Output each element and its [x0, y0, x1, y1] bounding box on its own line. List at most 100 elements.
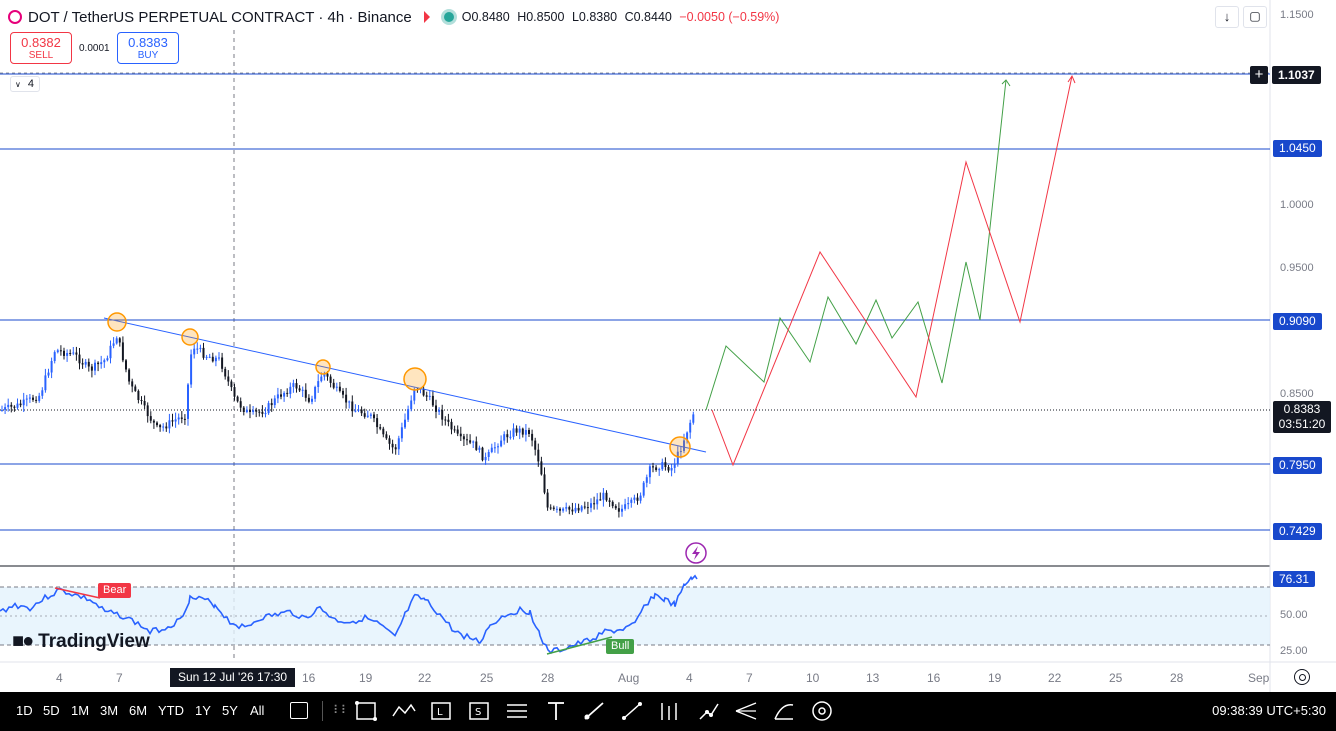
level-label: 1.0450 — [1273, 140, 1322, 157]
candle-body — [450, 421, 453, 430]
candle-body — [583, 506, 586, 508]
candle-body — [366, 415, 369, 417]
candle-body — [193, 348, 196, 355]
target-tool-icon[interactable] — [810, 700, 834, 722]
price-tick: 1.0000 — [1280, 199, 1314, 211]
candle-body — [664, 462, 667, 467]
candle-body — [44, 375, 47, 391]
level-label: 0.7950 — [1273, 457, 1322, 474]
candle-body — [205, 356, 208, 358]
timeframe-button[interactable]: 1M — [71, 703, 89, 718]
candle-body — [472, 441, 475, 443]
download-icon[interactable]: ↓ — [1215, 6, 1239, 28]
candle-body — [224, 368, 227, 377]
time-tick: Aug — [618, 671, 640, 685]
sell-button[interactable]: 0.8382 SELL — [10, 32, 72, 64]
fullscreen-icon[interactable]: ▢ — [1243, 6, 1267, 28]
path-tool-icon[interactable] — [697, 700, 721, 722]
timeframe-button[interactable]: 1D — [16, 703, 33, 718]
candle-body — [63, 350, 65, 356]
time-tick: 7 — [746, 671, 753, 685]
text-tool-icon[interactable] — [544, 700, 568, 722]
date-range-icon[interactable] — [290, 702, 308, 719]
candle-body — [168, 420, 171, 429]
pitchfork-tool-icon[interactable] — [657, 700, 681, 722]
candle-body — [475, 441, 478, 450]
candle-body — [633, 497, 636, 500]
drag-handle-icon[interactable]: ⠇⠇ — [333, 703, 350, 717]
ohlc-values: O0.8480 H0.8500 L0.8380 C0.8440 −0.0050 … — [462, 10, 784, 24]
timeframe-button[interactable]: YTD — [158, 703, 184, 718]
touch-marker — [403, 367, 427, 391]
candle-body — [295, 383, 298, 389]
timeframe-button[interactable]: 6M — [129, 703, 147, 718]
candle-body — [289, 386, 292, 394]
pattern-tool-icon[interactable] — [392, 700, 416, 722]
measure-tool-icon[interactable] — [772, 700, 796, 722]
candle-body — [453, 429, 456, 431]
candle-body — [140, 400, 143, 401]
candle-body — [13, 406, 16, 408]
buy-button[interactable]: 0.8383 BUY — [117, 32, 179, 64]
candle-body — [345, 394, 348, 403]
indicators-toggle[interactable]: ∨ 4 — [10, 76, 40, 92]
candle-body — [338, 386, 341, 391]
candle-body — [94, 362, 96, 371]
candle-body — [304, 389, 307, 398]
candle-body — [478, 447, 481, 450]
candle-body — [444, 419, 447, 421]
candle-body — [599, 499, 602, 501]
candle-body — [487, 452, 490, 457]
short-position-icon[interactable]: S — [467, 700, 491, 722]
candle-body — [568, 507, 571, 510]
candle-body — [630, 499, 633, 503]
candle-body — [357, 409, 360, 411]
trendline-tool-icon[interactable] — [620, 700, 644, 722]
tradingview-logo[interactable]: ■● TradingView — [12, 630, 150, 653]
candle-body — [329, 376, 332, 383]
price-tick: 0.9500 — [1280, 262, 1314, 274]
candle-body — [97, 362, 100, 365]
candle-body — [394, 447, 397, 450]
settings-gear-icon[interactable] — [1294, 669, 1310, 685]
buy-price: 0.8383 — [128, 35, 168, 50]
symbol-title[interactable]: DOT / TetherUS PERPETUAL CONTRACT · 4h ·… — [28, 9, 412, 26]
candle-body — [137, 390, 140, 400]
candle-body — [10, 404, 13, 407]
candle-body — [50, 361, 53, 373]
add-alert-icon[interactable]: + — [1250, 66, 1268, 84]
time-tick: 19 — [359, 671, 373, 685]
candle-body — [642, 482, 645, 496]
candle-body — [410, 400, 413, 410]
time-tick: 19 — [988, 671, 1002, 685]
time-tick: 25 — [480, 671, 494, 685]
candle-body — [661, 462, 664, 470]
timeframe-button[interactable]: 5D — [43, 703, 60, 718]
long-position-icon[interactable]: L — [429, 700, 453, 722]
candle-body — [512, 428, 515, 437]
candle-body — [159, 425, 162, 428]
timeframe-button[interactable]: 5Y — [222, 703, 238, 718]
candle-body — [19, 403, 22, 406]
timeframe-button[interactable]: 1Y — [195, 703, 211, 718]
candle-body — [332, 382, 335, 388]
candle-body — [115, 338, 118, 344]
candle-body — [75, 352, 78, 355]
brush-tool-icon[interactable] — [582, 700, 606, 722]
timeframe-button[interactable]: 3M — [100, 703, 118, 718]
candle-body — [261, 411, 264, 414]
rectangle-tool-icon[interactable] — [354, 700, 378, 722]
candle-body — [292, 383, 295, 387]
fib-retracement-icon[interactable] — [505, 700, 529, 722]
clock-timezone[interactable]: 09:38:39 UTC+5:30 — [1212, 703, 1326, 718]
candle-body — [351, 401, 354, 412]
candle-body — [382, 428, 385, 435]
price-tick: 0.8500 — [1280, 388, 1314, 400]
candle-body — [196, 348, 199, 350]
candle-body — [202, 347, 205, 358]
fib-fan-icon[interactable] — [734, 700, 758, 722]
timeframe-button[interactable]: All — [250, 703, 264, 718]
candle-body — [174, 419, 177, 422]
candle-body — [165, 426, 168, 429]
chart-canvas[interactable] — [0, 0, 1336, 692]
